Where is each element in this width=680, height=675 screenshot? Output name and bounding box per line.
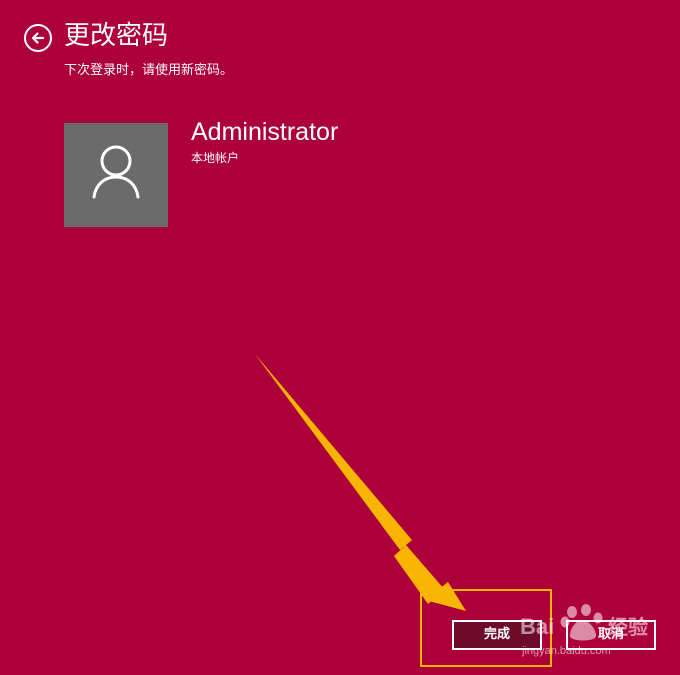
- finish-button[interactable]: 完成: [452, 620, 542, 650]
- arrow-annotation-icon: [255, 354, 466, 611]
- user-silhouette-icon: [92, 145, 140, 199]
- avatar: [64, 123, 168, 227]
- account-name: Administrator: [191, 118, 339, 146]
- cancel-button[interactable]: 取消: [566, 620, 656, 650]
- account-type: 本地帐户: [191, 151, 240, 165]
- back-arrow-icon: [31, 32, 45, 44]
- back-button[interactable]: [24, 24, 52, 52]
- page-title: 更改密码: [64, 21, 169, 51]
- page-subtitle: 下次登录时，请使用新密码。: [64, 63, 234, 78]
